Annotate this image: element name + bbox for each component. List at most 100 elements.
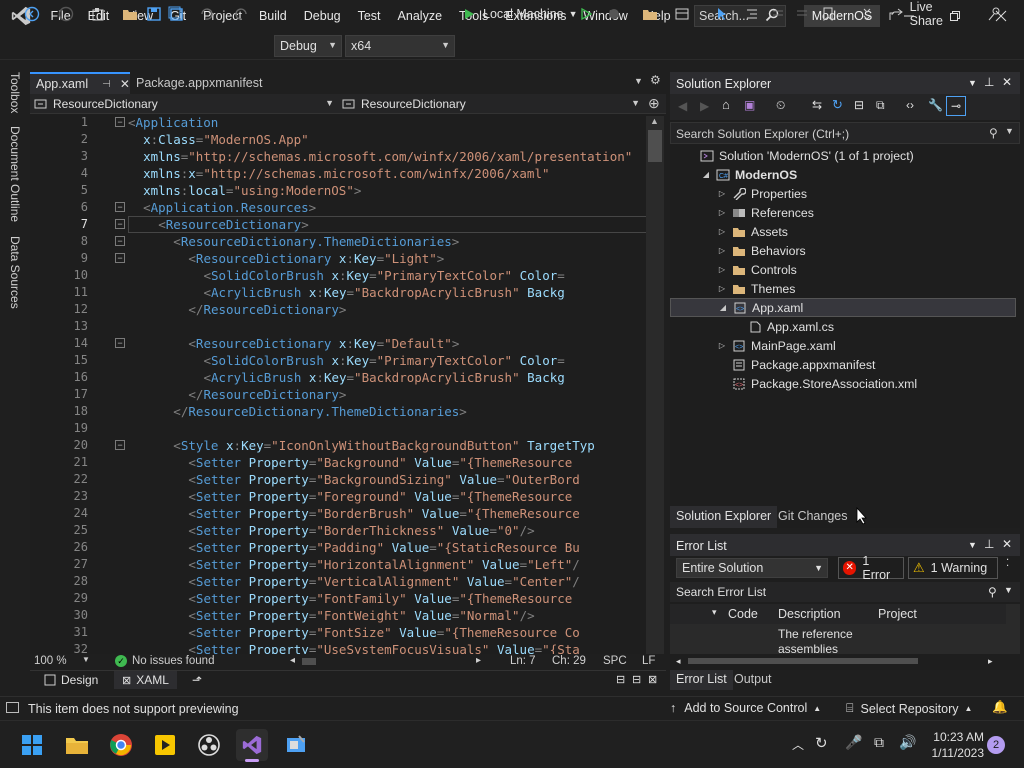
code-line[interactable]: <ResourceDictionary.ThemeDictionaries> [128,233,459,250]
undo-icon[interactable] [196,4,216,24]
expand-arrow-icon[interactable]: ▷ [716,265,728,274]
fold-toggle-icon[interactable]: − [115,202,125,212]
design-tab[interactable]: Design [44,673,98,687]
scroll-left-icon[interactable]: ◂ [676,656,681,667]
fold-toggle-icon[interactable]: − [115,338,125,348]
code-line[interactable]: </ResourceDictionary> [128,301,346,318]
tree-item-references[interactable]: ▷ References [670,203,1016,222]
code-line[interactable]: <Application [128,114,218,131]
fold-toggle-icon[interactable]: − [115,117,125,127]
code-line[interactable]: <SolidColorBrush x:Key="PrimaryTextColor… [128,267,565,284]
scroll-up-icon[interactable]: ▲ [650,116,659,126]
tree-item-package-storeassociation-xml[interactable]: <> Package.StoreAssociation.xml [670,374,1016,393]
view-code-icon[interactable]: ‹› [906,98,914,112]
code-line[interactable]: <Setter Property = "HorizontalAlignment" V… [128,556,579,573]
configuration-dropdown[interactable]: Debug ▼ [274,35,342,57]
pin-icon[interactable]: ⊥ [984,75,994,89]
column-project[interactable]: Project [878,607,917,621]
tree-item-controls[interactable]: ▷ Controls [670,260,1016,279]
code-line[interactable]: <Setter Property="UseSystemFocusVisuals"… [128,641,579,654]
error-vertical-scrollbar[interactable] [1006,604,1020,654]
column-indicator[interactable]: Ch: 29 [552,655,586,667]
error-horizontal-scrollbar[interactable]: ◂ ▸ [676,656,998,666]
collapse-all-icon[interactable]: ⊟ [854,98,864,112]
split-vertical-icon[interactable]: ⊟ [632,673,641,686]
scope-dropdown[interactable]: Entire Solution ▼ [676,558,828,578]
home-icon[interactable]: ⌂ [722,97,730,112]
scroll-left-icon[interactable]: ◂ [290,655,295,666]
uncomment-icon[interactable] [792,4,812,24]
code-line[interactable]: <SolidColorBrush x:Key="PrimaryTextColor… [128,352,565,369]
scrollbar-thumb[interactable] [688,658,918,664]
select-repository-button[interactable]: ⌸ Select Repository ▲ [846,701,972,716]
column-code[interactable]: Code [728,607,758,621]
errors-filter-button[interactable]: ✕ 1 Error [838,554,904,582]
toolbar-overflow-icon[interactable] [860,4,874,24]
fold-toggle-icon[interactable]: − [115,253,125,263]
tree-item-properties[interactable]: ▷ Properties [670,184,1016,203]
expand-arrow-icon[interactable]: ▷ [716,284,728,293]
code-line[interactable]: <AcrylicBrush x:Key="BackdropAcrylicBrus… [128,284,565,301]
open-folder-icon[interactable] [120,4,140,24]
preview-selected-icon[interactable]: ⊸ [946,96,966,116]
volume-icon[interactable]: 🔊 [899,734,916,751]
fold-toggle-icon[interactable]: − [115,440,125,450]
fold-toggle-icon[interactable]: − [115,219,125,229]
save-all-icon[interactable] [166,4,186,24]
chevron-down-icon[interactable]: ▼ [1004,585,1013,595]
more-options-icon[interactable]: ⁚ [1006,558,1009,569]
code-line[interactable]: xmlns="http://schemas.microsoft.com/winf… [128,148,632,165]
indent-icon[interactable] [742,4,762,24]
tab-solution-explorer[interactable]: Solution Explorer [670,506,778,528]
scroll-right-icon[interactable]: ▸ [476,655,481,666]
editor-vertical-scrollbar[interactable]: ▲ [646,116,664,656]
code-line[interactable]: x:Class="ModernOS.App" [128,131,309,148]
code-line[interactable]: </ResourceDictionary> [128,386,346,403]
pin-icon[interactable]: ⊥ [984,537,994,551]
code-line[interactable]: <ResourceDictionary x:Key="Light"> [128,250,444,267]
code-line[interactable]: <Setter Property="Background" Value="{Th… [128,454,572,471]
cursor-select-icon[interactable] [712,4,732,24]
split-view-icon[interactable]: ⊕ [648,95,660,112]
tab-git-changes[interactable]: Git Changes [772,506,853,528]
layout-icon[interactable] [672,4,692,24]
visual-studio-taskbar-icon[interactable] [236,729,268,762]
forward-icon[interactable] [56,4,76,24]
code-line[interactable]: <Setter Property = "BorderThickness" Value… [128,522,534,539]
close-icon[interactable]: ✕ [1002,537,1012,551]
warnings-filter-button[interactable]: ⚠ 1 Warning [908,557,998,579]
code-line[interactable]: </ResourceDictionary.ThemeDictionaries> [128,403,467,420]
code-line[interactable]: <Setter Property = "BackgroundSizing" Valu… [128,471,579,488]
feedback-icon[interactable] [984,4,1006,24]
menu-item-build[interactable]: Build [250,0,295,32]
line-indicator[interactable]: Ln: 7 [510,655,536,667]
microphone-icon[interactable]: 🎤 [845,734,862,751]
column-description[interactable]: Description [778,607,841,621]
code-line[interactable]: <AcrylicBrush x:Key="BackdropAcrylicBrus… [128,369,565,386]
tab-package-appxmanifest[interactable]: Package.appxmanifest [134,72,294,94]
window-menu-icon[interactable]: ▼ [968,540,977,550]
tree-item-solution-modernos-1-of-1-project[interactable]: Solution 'ModernOS' (1 of 1 project) [670,146,1016,165]
tree-item-modernos[interactable]: ◢ C# ModernOS [670,165,1016,184]
expand-arrow-icon[interactable]: ▷ [716,227,728,236]
clock[interactable]: 10:23 AM 1/11/2023 [924,729,985,761]
expand-arrow-icon[interactable]: ▷ [716,189,728,198]
add-to-source-control-button[interactable]: ↑ Add to Source Control ▲ [670,701,821,715]
horizontal-scrollbar-thumb[interactable] [302,658,316,665]
switch-views-icon[interactable]: ▣ [744,98,755,112]
menu-item-debug[interactable]: Debug [295,0,349,32]
code-line[interactable]: <ResourceDictionary> [128,216,309,233]
sync-icon[interactable]: ⇆ [812,98,822,112]
tree-item-app-xaml-cs[interactable]: App.xaml.cs [670,317,1016,336]
tree-item-package-appxmanifest[interactable]: Package.appxmanifest [670,355,1016,374]
expand-arrow-icon[interactable]: ▷ [716,208,728,217]
code-line[interactable]: xmlns:local="using:ModernOS"> [128,182,361,199]
obs-icon[interactable] [193,729,225,761]
scope-dropdown[interactable]: ResourceDictionary ▼ [34,96,336,112]
window-menu-icon[interactable]: ▼ [968,78,977,88]
media-player-icon[interactable] [149,729,181,761]
code-line[interactable]: <Setter Property = "VerticalAlignment" Val… [128,573,579,590]
chevron-down-icon[interactable]: ▼ [82,655,90,664]
xaml-tab[interactable]: ⊠ XAML [114,671,177,689]
notification-bell-icon[interactable]: 🔔 [992,700,1008,715]
